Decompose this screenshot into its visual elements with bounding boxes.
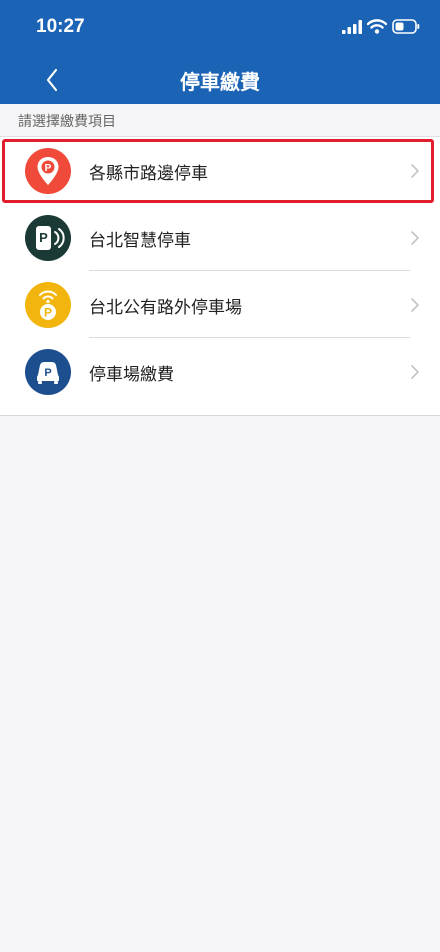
chevron-right-icon [411,231,419,245]
parking-car-icon: P [25,349,71,395]
svg-text:P: P [44,306,52,320]
chevron-right-icon [411,164,419,178]
svg-text:P: P [44,367,51,379]
app-header: 10:27 停車繳費 [0,0,440,104]
chevron-right-icon [411,365,419,379]
list-item-roadside-parking[interactable]: P 各縣市路邊停車 [0,137,440,204]
list-item-parking-lot-payment[interactable]: P 停車場繳費 [0,338,440,405]
list-item-taipei-smart-parking[interactable]: P 台北智慧停車 [0,204,440,271]
page-title: 停車繳費 [180,70,260,94]
list-item-taipei-offstreet-parking[interactable]: P 台北公有路外停車場 [0,271,440,338]
wifi-icon [367,19,387,34]
battery-icon [392,19,420,34]
map-pin-parking-icon: P [25,148,71,194]
chevron-right-icon [411,298,419,312]
svg-text:P: P [45,163,52,174]
status-time: 10:27 [36,16,85,37]
item-label: 各縣市路邊停車 [89,164,208,184]
cellular-signal-icon [342,20,362,34]
status-bar: 10:27 [0,0,440,56]
smart-parking-meter-icon: P [25,215,71,261]
section-label: 請選擇繳費項目 [18,114,116,130]
item-label: 停車場繳費 [89,365,174,385]
item-label: 台北公有路外停車場 [89,298,242,318]
nav-bar: 停車繳費 [0,56,440,104]
wireless-parking-icon: P [25,282,71,328]
item-label: 台北智慧停車 [89,231,191,251]
payment-options-list: P 各縣市路邊停車 P 台北智慧停車 P 台北公有路外停車場 P 停車場繳費 [0,136,440,416]
svg-text:P: P [39,230,48,245]
